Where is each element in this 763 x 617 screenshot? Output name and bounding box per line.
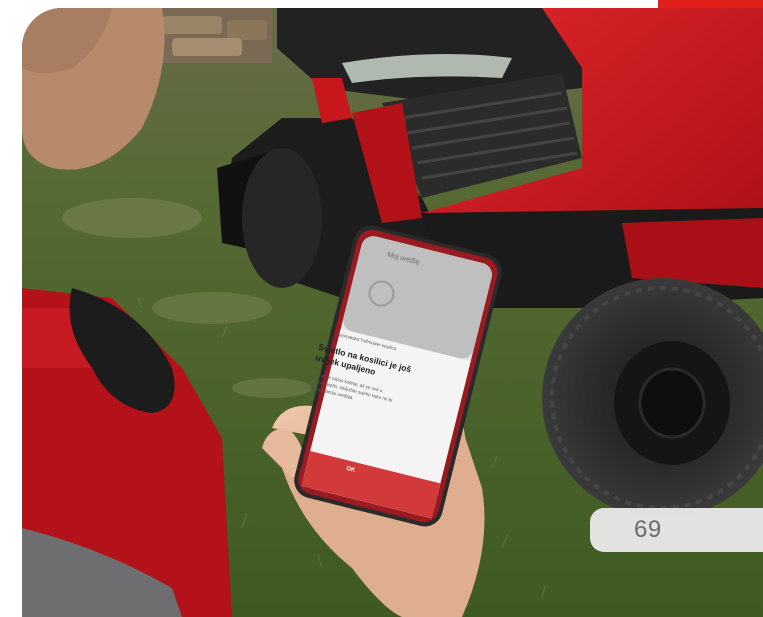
wood-pile [152, 8, 272, 63]
page-number-badge: 69 [590, 508, 763, 552]
phone-ok-button: OK [345, 465, 356, 474]
page-number: 69 [634, 516, 662, 543]
